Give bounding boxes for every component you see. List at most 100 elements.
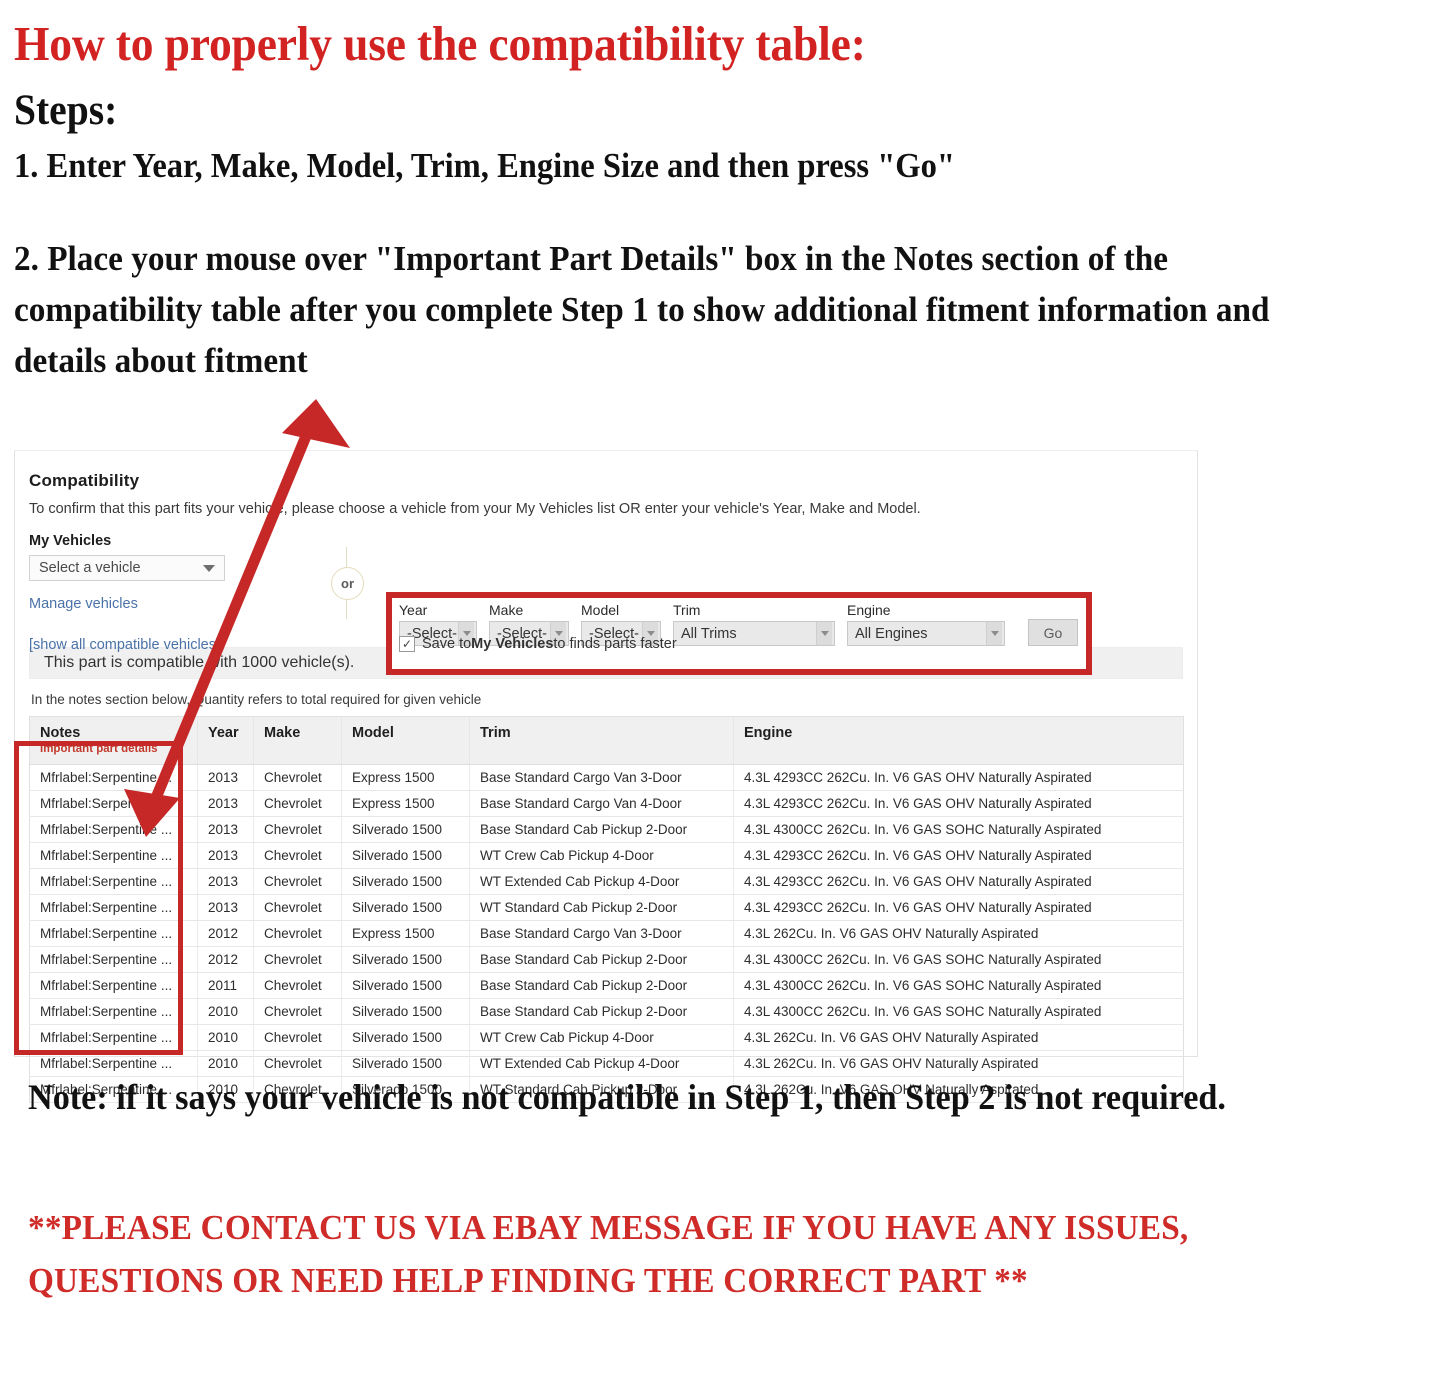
cell-model: Silverado 1500 bbox=[341, 946, 470, 973]
cell-make: Chevrolet bbox=[253, 868, 342, 895]
cell-model: Silverado 1500 bbox=[341, 972, 470, 999]
cell-year: 2013 bbox=[197, 868, 254, 895]
cell-trim: WT Crew Cab Pickup 4-Door bbox=[469, 842, 734, 869]
table-row: Mfrlabel:Serpentine ... 2013 Chevrolet Silv… bbox=[29, 816, 1184, 843]
chevron-down-icon bbox=[203, 564, 215, 572]
cell-notes[interactable]: Mfrlabel:Serpentine ... bbox=[29, 998, 198, 1025]
cell-model: Silverado 1500 bbox=[341, 842, 470, 869]
cell-trim: WT Crew Cab Pickup 4-Door bbox=[469, 1024, 734, 1051]
go-button[interactable]: Go bbox=[1028, 619, 1078, 646]
column-header-model[interactable]: Model bbox=[341, 716, 470, 765]
compatibility-table: Notes Important part details Year Make M… bbox=[29, 716, 1184, 1103]
cell-model: Silverado 1500 bbox=[341, 998, 470, 1025]
notes-quantity-hint: In the notes section below, Quantity ref… bbox=[31, 692, 482, 707]
trim-label: Trim bbox=[673, 602, 701, 618]
cell-make: Chevrolet bbox=[253, 764, 342, 791]
footer-contact-message: **PLEASE CONTACT US VIA EBAY MESSAGE IF … bbox=[28, 1208, 1189, 1300]
steps-label: Steps: bbox=[14, 86, 118, 134]
model-label: Model bbox=[581, 602, 620, 618]
trim-select[interactable]: All Trims bbox=[673, 621, 835, 646]
cell-year: 2010 bbox=[197, 1024, 254, 1051]
cell-model: Express 1500 bbox=[341, 764, 470, 791]
engine-select[interactable]: All Engines bbox=[847, 621, 1005, 646]
cell-notes[interactable]: Mfrlabel:Serpentine ... bbox=[29, 790, 198, 817]
cell-trim: WT Standard Cab Pickup 2-Door bbox=[469, 894, 734, 921]
column-header-engine[interactable]: Engine bbox=[733, 716, 1184, 765]
cell-make: Chevrolet bbox=[253, 920, 342, 947]
cell-notes[interactable]: Mfrlabel:Serpentine ... bbox=[29, 842, 198, 869]
page-title: How to properly use the compatibility ta… bbox=[14, 16, 866, 71]
compatibility-panel: Compatibility To confirm that this part … bbox=[14, 450, 1198, 1103]
engine-field: Engine All Engines bbox=[847, 602, 1005, 646]
important-part-details-label[interactable]: Important part details bbox=[40, 743, 197, 755]
year-label: Year bbox=[399, 602, 428, 618]
cell-trim: WT Extended Cab Pickup 4-Door bbox=[469, 868, 734, 895]
compatibility-heading: Compatibility bbox=[29, 471, 140, 490]
cell-model: Silverado 1500 bbox=[341, 1024, 470, 1051]
table-row: Mfrlabel:Serpentine ... 2012 Chevrolet Expr… bbox=[29, 920, 1184, 947]
cell-year: 2013 bbox=[197, 894, 254, 921]
engine-label: Engine bbox=[847, 602, 891, 618]
column-header-trim[interactable]: Trim bbox=[469, 716, 734, 765]
cell-engine: 4.3L 262Cu. In. V6 GAS OHV Naturally Asp… bbox=[733, 920, 1184, 947]
table-row: Mfrlabel:Serpentine ... 2010 Chevrolet Silv… bbox=[29, 1024, 1184, 1051]
cell-notes[interactable]: Mfrlabel:Serpentine ... bbox=[29, 894, 198, 921]
table-row: Mfrlabel:Serpentine ... 2013 Chevrolet Silv… bbox=[29, 868, 1184, 895]
instructions-block: How to properly use the compatibility ta… bbox=[14, 0, 1414, 386]
my-vehicles-label: My Vehicles bbox=[29, 533, 112, 549]
save-checkbox[interactable]: ✓ bbox=[399, 636, 415, 652]
cell-engine: 4.3L 4300CC 262Cu. In. V6 GAS SOHC Natur… bbox=[733, 972, 1184, 999]
cell-trim: Base Standard Cab Pickup 2-Door bbox=[469, 972, 734, 999]
cell-trim: Base Standard Cargo Van 3-Door bbox=[469, 764, 734, 791]
cell-year: 2013 bbox=[197, 842, 254, 869]
cell-notes[interactable]: Mfrlabel:Serpentine ... bbox=[29, 816, 198, 843]
cell-engine: 4.3L 4293CC 262Cu. In. V6 GAS OHV Natura… bbox=[733, 842, 1184, 869]
compatibility-table-body: Mfrlabel:Serpentine ... 2013 Chevrolet Expr… bbox=[29, 764, 1184, 1103]
cell-make: Chevrolet bbox=[253, 1024, 342, 1051]
cell-notes[interactable]: Mfrlabel:Serpentine ... bbox=[29, 946, 198, 973]
cell-notes[interactable]: Mfrlabel:Serpentine ... bbox=[29, 972, 198, 999]
table-header-row: Notes Important part details Year Make M… bbox=[29, 716, 1184, 765]
table-row: Mfrlabel:Serpentine ... 2013 Chevrolet Silv… bbox=[29, 894, 1184, 921]
cell-engine: 4.3L 4293CC 262Cu. In. V6 GAS OHV Natura… bbox=[733, 764, 1184, 791]
engine-select-value: All Engines bbox=[855, 625, 928, 642]
table-row: Mfrlabel:Serpentine ... 2010 Chevrolet Silv… bbox=[29, 998, 1184, 1025]
table-row: Mfrlabel:Serpentine ... 2012 Chevrolet Silv… bbox=[29, 946, 1184, 973]
cell-notes[interactable]: Mfrlabel:Serpentine ... bbox=[29, 868, 198, 895]
save-to-my-vehicles-row[interactable]: ✓ Save to My Vehicles to finds parts fas… bbox=[399, 636, 677, 652]
cell-year: 2013 bbox=[197, 764, 254, 791]
table-row: Mfrlabel:Serpentine ... 2013 Chevrolet Expr… bbox=[29, 764, 1184, 791]
cell-trim: Base Standard Cab Pickup 2-Door bbox=[469, 998, 734, 1025]
cell-make: Chevrolet bbox=[253, 790, 342, 817]
cell-trim: Base Standard Cab Pickup 2-Door bbox=[469, 816, 734, 843]
column-header-make[interactable]: Make bbox=[253, 716, 342, 765]
vehicle-select-dropdown[interactable]: Select a vehicle bbox=[29, 555, 225, 581]
chevron-down-icon bbox=[816, 622, 832, 645]
cell-year: 2012 bbox=[197, 946, 254, 973]
or-badge-label: or bbox=[331, 567, 364, 600]
step-1-text: 1. Enter Year, Make, Model, Trim, Engine… bbox=[14, 145, 955, 185]
column-header-notes-label: Notes bbox=[40, 725, 81, 741]
cell-notes[interactable]: Mfrlabel:Serpentine ... bbox=[29, 920, 198, 947]
cell-trim: Base Standard Cargo Van 4-Door bbox=[469, 790, 734, 817]
column-header-notes[interactable]: Notes Important part details bbox=[29, 716, 198, 765]
cell-year: 2010 bbox=[197, 998, 254, 1025]
cell-notes[interactable]: Mfrlabel:Serpentine ... bbox=[29, 1024, 198, 1051]
cell-year: 2011 bbox=[197, 972, 254, 999]
table-row: Mfrlabel:Serpentine ... 2013 Chevrolet Expr… bbox=[29, 790, 1184, 817]
cell-notes[interactable]: Mfrlabel:Serpentine ... bbox=[29, 764, 198, 791]
cell-engine: 4.3L 4293CC 262Cu. In. V6 GAS OHV Natura… bbox=[733, 894, 1184, 921]
cell-engine: 4.3L 4293CC 262Cu. In. V6 GAS OHV Natura… bbox=[733, 790, 1184, 817]
cell-year: 2013 bbox=[197, 790, 254, 817]
cell-model: Silverado 1500 bbox=[341, 868, 470, 895]
cell-make: Chevrolet bbox=[253, 894, 342, 921]
cell-make: Chevrolet bbox=[253, 842, 342, 869]
chevron-down-icon bbox=[986, 622, 1002, 645]
column-header-year[interactable]: Year bbox=[197, 716, 254, 765]
cell-engine: 4.3L 4300CC 262Cu. In. V6 GAS SOHC Natur… bbox=[733, 946, 1184, 973]
cell-model: Silverado 1500 bbox=[341, 894, 470, 921]
cell-model: Express 1500 bbox=[341, 790, 470, 817]
save-text-pre: Save to bbox=[422, 636, 472, 652]
table-row: Mfrlabel:Serpentine ... 2013 Chevrolet Silv… bbox=[29, 842, 1184, 869]
make-label: Make bbox=[489, 602, 524, 618]
